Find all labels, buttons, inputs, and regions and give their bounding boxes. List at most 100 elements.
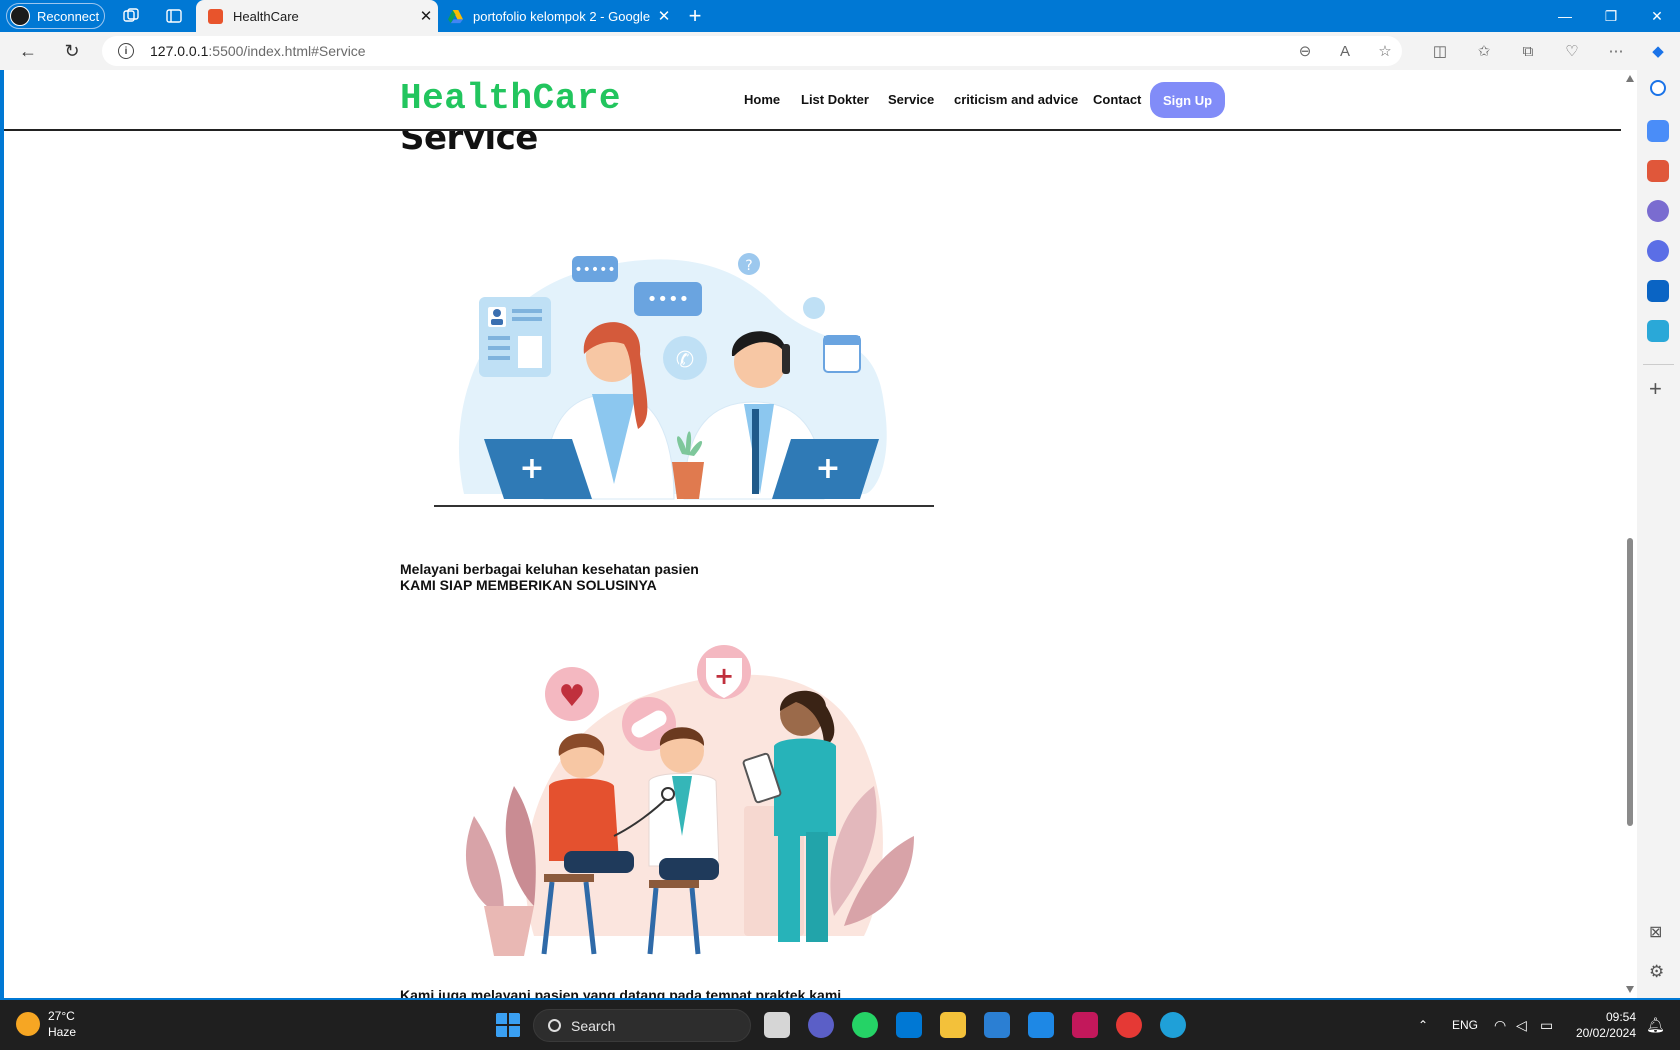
- google-drive-icon: [448, 9, 463, 23]
- sidebar-shopping-icon[interactable]: [1647, 120, 1669, 142]
- clock-time: 09:54: [1605, 1010, 1636, 1024]
- restore-icon[interactable]: ❐: [1589, 0, 1633, 32]
- split-screen-icon[interactable]: ◫: [1427, 36, 1453, 66]
- tray-overflow-icon[interactable]: ⌃: [1418, 1000, 1428, 1050]
- svg-text:♥: ♥: [559, 679, 586, 714]
- telemedicine-illustration: ••••• •••• ? ✆ + +: [434, 253, 934, 507]
- sidebar-search-icon[interactable]: [1650, 80, 1666, 96]
- scroll-up-icon[interactable]: [1626, 75, 1634, 82]
- sidebar-send-icon[interactable]: [1647, 320, 1669, 342]
- sidebar-hide-icon[interactable]: ⊠: [1649, 922, 1662, 942]
- volume-icon[interactable]: ◁: [1516, 1000, 1527, 1050]
- favorite-star-icon[interactable]: ☆: [1372, 36, 1398, 66]
- profile-icon: [10, 6, 30, 26]
- collections-icon[interactable]: ⧉: [1515, 36, 1541, 66]
- weather-temp: 27°C: [48, 1009, 75, 1023]
- app-icon[interactable]: [984, 1012, 1010, 1038]
- sidebar-games-icon[interactable]: [1647, 200, 1669, 222]
- browser-essentials-icon[interactable]: ♡: [1559, 36, 1585, 66]
- xampp-favicon-icon: [208, 8, 223, 24]
- notification-bell-icon[interactable]: 🔔︎: [1646, 1000, 1665, 1050]
- tab-portofolio[interactable]: portofolio kelompok 2 - Google ✕: [440, 0, 676, 32]
- app-pink-icon[interactable]: [1072, 1012, 1098, 1038]
- weather-desc: Haze: [48, 1025, 77, 1039]
- caption-line: Kami juga melayani pasien yang datang pa…: [400, 987, 842, 998]
- address-toolbar: ← ↻ i 127.0.0.1:5500/index.html#Service …: [0, 32, 1680, 70]
- sidebar-outlook-icon[interactable]: [1647, 280, 1669, 302]
- url-host: 127.0.0.1: [150, 43, 209, 59]
- workspaces-icon[interactable]: [122, 7, 140, 25]
- service-caption-2: Kami juga melayani pasien yang datang pa…: [400, 987, 841, 998]
- url-field[interactable]: i 127.0.0.1:5500/index.html#Service: [102, 36, 1402, 66]
- new-tab-icon[interactable]: +: [680, 0, 710, 32]
- windows-start-icon[interactable]: [495, 1012, 521, 1038]
- svg-text:✆: ✆: [676, 348, 694, 373]
- vscode-icon[interactable]: [1028, 1012, 1054, 1038]
- nav-service[interactable]: Service: [888, 92, 934, 107]
- scroll-down-icon[interactable]: [1626, 986, 1634, 993]
- more-menu-icon[interactable]: ⋯: [1603, 36, 1629, 66]
- weather-widget[interactable]: 27°C Haze: [16, 1008, 76, 1040]
- scrollbar-thumb[interactable]: [1627, 538, 1633, 826]
- caption-line: Melayani berbagai keluhan kesehatan pasi…: [400, 561, 699, 577]
- nav-contact[interactable]: Contact: [1093, 92, 1141, 107]
- language-indicator[interactable]: ENG: [1452, 1000, 1478, 1050]
- page-scrollbar[interactable]: [1623, 70, 1637, 998]
- taskbar-search[interactable]: Search: [533, 1009, 751, 1042]
- close-window-icon[interactable]: ✕: [1635, 0, 1679, 32]
- svg-text:••••: ••••: [647, 289, 689, 310]
- tab-title: HealthCare: [233, 8, 299, 24]
- zoom-icon[interactable]: ⊖: [1292, 36, 1318, 66]
- sidebar-tools-icon[interactable]: [1647, 160, 1669, 182]
- sidebar-copilot-icon[interactable]: [1647, 240, 1669, 262]
- nav-criticism[interactable]: criticism and advice: [954, 92, 1078, 107]
- svg-text:?: ?: [745, 258, 752, 274]
- sidebar-add-icon[interactable]: +: [1649, 376, 1662, 402]
- nav-home[interactable]: Home: [744, 92, 780, 107]
- svg-text:+: +: [815, 451, 840, 486]
- task-view-icon[interactable]: [764, 1012, 790, 1038]
- file-explorer-icon[interactable]: [940, 1012, 966, 1038]
- whatsapp-icon[interactable]: [852, 1012, 878, 1038]
- back-icon[interactable]: ←: [16, 40, 40, 62]
- minimize-icon[interactable]: —: [1543, 0, 1587, 32]
- caption-line: KAMI SIAP MEMBERIKAN SOLUSINYA: [400, 577, 657, 593]
- site-logo[interactable]: HealthCare: [400, 78, 621, 119]
- wifi-icon[interactable]: ◠: [1494, 1000, 1506, 1050]
- clinic-checkup-illustration: ♥ +: [465, 645, 914, 956]
- search-label: Search: [571, 1017, 616, 1034]
- signup-button[interactable]: Sign Up: [1150, 82, 1225, 118]
- url-path: :5500/index.html#Service: [208, 43, 366, 59]
- sidebar-settings-icon[interactable]: ⚙: [1649, 962, 1664, 982]
- service-caption-1: Melayani berbagai keluhan kesehatan pasi…: [400, 561, 699, 593]
- svg-text:+: +: [714, 662, 734, 690]
- haze-weather-icon: [16, 1012, 40, 1036]
- refresh-icon[interactable]: ↻: [60, 40, 84, 62]
- browser-tab-bar: Reconnect HealthCare ✕ portofolio kelomp…: [0, 0, 1680, 32]
- search-icon: [548, 1019, 561, 1032]
- reconnect-label: Reconnect: [37, 8, 100, 24]
- chrome-icon[interactable]: [1116, 1012, 1142, 1038]
- site-info-icon[interactable]: i: [118, 43, 134, 59]
- tab-close-icon[interactable]: ✕: [652, 7, 676, 25]
- svg-text:+: +: [519, 451, 544, 486]
- read-aloud-icon[interactable]: A: [1332, 36, 1358, 66]
- copilot-icon[interactable]: ◆: [1645, 36, 1671, 66]
- svg-text:•••••: •••••: [574, 262, 615, 278]
- nav-list-dokter[interactable]: List Dokter: [801, 92, 869, 107]
- sidebar-divider: [1643, 364, 1674, 365]
- site-header: HealthCare Home List Dokter Service crit…: [4, 70, 1621, 131]
- vertical-tabs-icon[interactable]: [165, 7, 183, 25]
- tab-close-icon[interactable]: ✕: [414, 7, 438, 25]
- tab-healthcare[interactable]: HealthCare ✕: [196, 0, 438, 32]
- battery-icon[interactable]: ▭: [1540, 1000, 1553, 1050]
- edge-sidebar: + ⊠ ⚙: [1637, 70, 1680, 998]
- reconnect-button[interactable]: Reconnect: [6, 3, 105, 29]
- microsoft-store-icon[interactable]: [896, 1012, 922, 1038]
- clock-date: 20/02/2024: [1575, 1026, 1636, 1040]
- taskbar-clock[interactable]: 09:54 20/02/2024: [1574, 1009, 1636, 1041]
- teams-chat-icon[interactable]: [808, 1012, 834, 1038]
- favorites-icon[interactable]: ✩: [1471, 36, 1497, 66]
- edge-icon[interactable]: [1160, 1012, 1186, 1038]
- page-viewport: HealthCare Home List Dokter Service crit…: [4, 70, 1637, 998]
